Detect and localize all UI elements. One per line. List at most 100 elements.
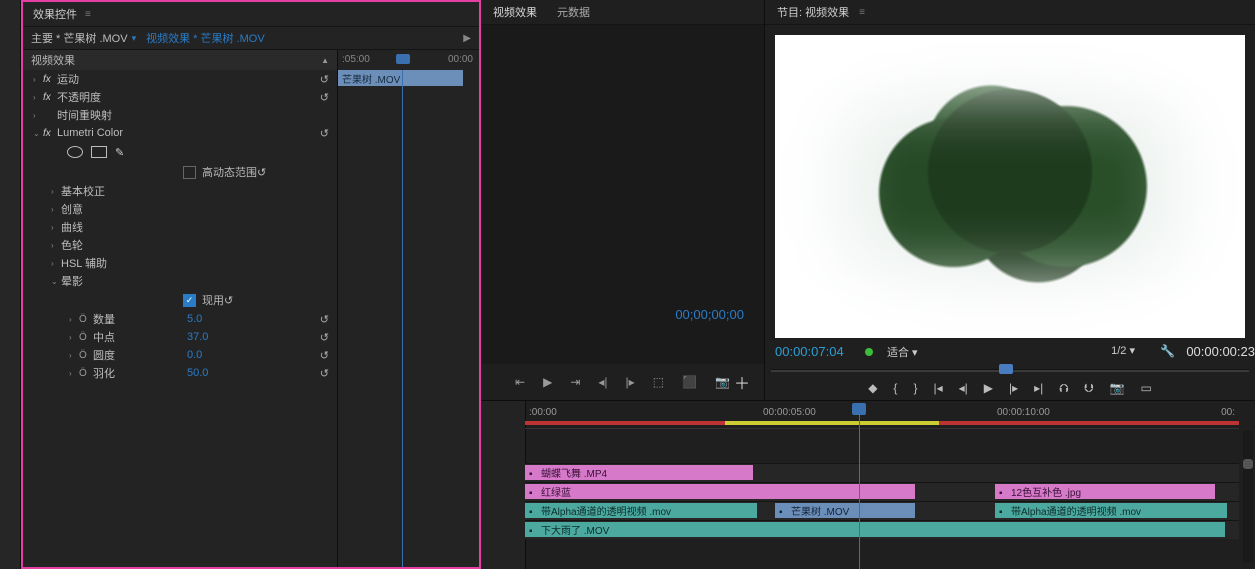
effect-controls-tab[interactable]: 效果控件 bbox=[33, 6, 77, 22]
resolution-dropdown[interactable]: 1/2 ▾ bbox=[1111, 344, 1135, 357]
add-button-icon[interactable]: ＋ bbox=[734, 370, 750, 394]
reset-icon[interactable]: ↺ bbox=[320, 349, 329, 362]
reset-icon[interactable]: ↺ bbox=[320, 73, 329, 86]
program-monitor-tab[interactable]: 节目: 视频效果 ≡ bbox=[765, 0, 1255, 25]
timeline-playhead[interactable] bbox=[859, 403, 860, 569]
clip-v2b[interactable]: ▪12色互补色 .jpg bbox=[995, 484, 1215, 499]
comparison-icon[interactable]: ▭ bbox=[1140, 381, 1151, 396]
panel-menu-icon[interactable]: ≡ bbox=[859, 7, 865, 18]
audio-track-1[interactable]: ▪下大雨了 .MOV bbox=[525, 520, 1239, 539]
reset-icon[interactable]: ↺ bbox=[320, 127, 329, 140]
timeline-vscrollbar[interactable] bbox=[1243, 431, 1253, 563]
lumetri-effect-row[interactable]: ⌄ fx Lumetri Color ↺ bbox=[23, 124, 337, 142]
mini-timeline-ruler[interactable]: :05:00 00:00 bbox=[338, 50, 479, 70]
step-back-icon[interactable]: ◂| bbox=[959, 381, 968, 396]
master-clip-label[interactable]: 主要 * 芒果树 .MOV bbox=[31, 30, 128, 46]
sequence-clip-label[interactable]: 视频效果 * 芒果树 .MOV bbox=[146, 30, 265, 46]
step-fwd-icon[interactable]: |▸ bbox=[1009, 381, 1018, 396]
feather-value[interactable]: 50.0 bbox=[187, 367, 208, 379]
reset-icon[interactable]: ↺ bbox=[257, 166, 266, 179]
program-timecode[interactable]: 00:00:07:04 bbox=[775, 344, 844, 359]
stopwatch-icon[interactable]: Ö bbox=[79, 350, 93, 361]
zoom-fit-dropdown[interactable]: 适合 ▾ bbox=[887, 344, 918, 360]
go-in-icon[interactable]: |◂ bbox=[933, 381, 942, 396]
export-frame-icon[interactable]: 📷 bbox=[1110, 381, 1125, 396]
tab-effects[interactable]: 视频效果 bbox=[493, 4, 537, 20]
mini-playhead-line[interactable] bbox=[402, 70, 403, 567]
opacity-effect-row[interactable]: › fx 不透明度 ↺ bbox=[23, 88, 337, 106]
reset-icon[interactable]: ↺ bbox=[224, 294, 233, 307]
insert-icon[interactable]: ⬚ bbox=[653, 375, 664, 389]
play-icon[interactable]: ▶ bbox=[984, 381, 993, 396]
amount-value[interactable]: 5.0 bbox=[187, 313, 202, 325]
reset-icon[interactable]: ↺ bbox=[320, 91, 329, 104]
fx-badge-icon[interactable]: fx bbox=[43, 74, 57, 85]
stopwatch-icon[interactable]: Ö bbox=[79, 368, 93, 379]
basic-correction-row[interactable]: ›基本校正 bbox=[23, 182, 337, 200]
step-back-icon[interactable]: ◂| bbox=[598, 375, 607, 389]
clip-v1c[interactable]: ▪带Alpha通道的透明视频 .mov bbox=[995, 503, 1227, 518]
chevron-down-icon[interactable]: ▾ bbox=[132, 33, 137, 44]
stopwatch-icon[interactable]: Ö bbox=[79, 314, 93, 325]
stopwatch-icon[interactable]: Ö bbox=[79, 332, 93, 343]
time-remap-effect-row[interactable]: › 时间重映射 bbox=[23, 106, 337, 124]
program-viewport[interactable] bbox=[775, 35, 1245, 338]
clip-v3[interactable]: ▪蝴蝶飞舞 .MP4 bbox=[525, 465, 753, 480]
twirl-icon[interactable]: › bbox=[33, 75, 43, 84]
reset-icon[interactable]: ↺ bbox=[320, 313, 329, 326]
video-track-3[interactable]: ▪蝴蝶飞舞 .MP4 bbox=[525, 463, 1239, 482]
timeline-track-headers[interactable] bbox=[481, 401, 526, 569]
reset-icon[interactable]: ↺ bbox=[320, 331, 329, 344]
color-wheels-row[interactable]: ›色轮 bbox=[23, 236, 337, 254]
program-scrub-bar[interactable] bbox=[771, 364, 1249, 376]
creative-row[interactable]: ›创意 bbox=[23, 200, 337, 218]
video-track-2[interactable]: ▪红绿蓝 ▪12色互补色 .jpg bbox=[525, 482, 1239, 501]
ellipse-mask-icon[interactable] bbox=[67, 146, 83, 158]
mini-clip-bar[interactable]: 芒果树 .MOV bbox=[338, 70, 463, 86]
mark-out-icon[interactable]: } bbox=[913, 381, 917, 396]
play-icon[interactable]: ▶ bbox=[543, 375, 552, 389]
curves-row[interactable]: ›曲线 bbox=[23, 218, 337, 236]
clip-v1b[interactable]: ▪芒果树 .MOV bbox=[775, 503, 915, 518]
extract-icon[interactable]: ⮋ bbox=[1084, 381, 1093, 396]
mark-in-icon[interactable]: ⇤ bbox=[515, 375, 525, 389]
motion-effect-row[interactable]: › fx 运动 ↺ bbox=[23, 70, 337, 88]
roundness-value[interactable]: 0.0 bbox=[187, 349, 202, 361]
step-fwd-icon[interactable]: |▸ bbox=[626, 375, 635, 389]
clip-v2a[interactable]: ▪红绿蓝 bbox=[525, 484, 915, 499]
clip-v1a[interactable]: ▪带Alpha通道的透明视频 .mov bbox=[525, 503, 757, 518]
twirl-icon[interactable]: › bbox=[33, 93, 43, 102]
source-monitor-viewport[interactable]: 00;00;00;00 bbox=[481, 25, 764, 364]
midpoint-value[interactable]: 37.0 bbox=[187, 331, 208, 343]
rect-mask-icon[interactable] bbox=[91, 146, 107, 158]
twirl-open-icon[interactable]: ⌄ bbox=[33, 129, 43, 138]
twirl-icon[interactable]: › bbox=[33, 111, 43, 120]
collapse-icon[interactable]: ▲ bbox=[321, 56, 329, 65]
tab-metadata[interactable]: 元数据 bbox=[557, 4, 590, 20]
export-frame-icon[interactable]: 📷 bbox=[715, 375, 730, 389]
scrub-handle-icon[interactable] bbox=[999, 364, 1013, 374]
settings-wrench-icon[interactable]: 🔧 bbox=[1160, 344, 1175, 358]
source-timecode[interactable]: 00;00;00;00 bbox=[675, 307, 744, 322]
play-only-icon[interactable]: ▶ bbox=[463, 33, 471, 44]
overwrite-icon[interactable]: ⬛ bbox=[682, 375, 697, 389]
add-marker-icon[interactable]: ◆ bbox=[868, 381, 877, 396]
mini-playhead-icon[interactable] bbox=[396, 54, 410, 64]
pen-mask-icon[interactable]: ✎ bbox=[115, 146, 124, 159]
panel-menu-icon[interactable]: ≡ bbox=[85, 9, 91, 20]
mark-in-icon[interactable]: { bbox=[893, 381, 897, 396]
lift-icon[interactable]: ⮉ bbox=[1059, 381, 1068, 396]
scrollbar-thumb[interactable] bbox=[1243, 459, 1253, 469]
video-track-1[interactable]: ▪带Alpha通道的透明视频 .mov ▪芒果树 .MOV ▪带Alpha通道的… bbox=[525, 501, 1239, 520]
enable-checkbox[interactable]: ✓ bbox=[183, 294, 196, 307]
clip-a1[interactable]: ▪下大雨了 .MOV bbox=[525, 522, 1225, 537]
effect-controls-mini-timeline[interactable]: :05:00 00:00 芒果树 .MOV bbox=[338, 50, 479, 567]
reset-icon[interactable]: ↺ bbox=[320, 367, 329, 380]
go-out-icon[interactable]: ▸| bbox=[1034, 381, 1043, 396]
hsl-secondary-row[interactable]: ›HSL 辅助 bbox=[23, 254, 337, 272]
mark-out-icon[interactable]: ⇥ bbox=[570, 375, 580, 389]
fx-badge-icon[interactable]: fx bbox=[43, 128, 57, 139]
hdr-checkbox[interactable] bbox=[183, 166, 196, 179]
fx-badge-icon[interactable]: fx bbox=[43, 92, 57, 103]
vignette-row[interactable]: ⌄晕影 bbox=[23, 272, 337, 290]
